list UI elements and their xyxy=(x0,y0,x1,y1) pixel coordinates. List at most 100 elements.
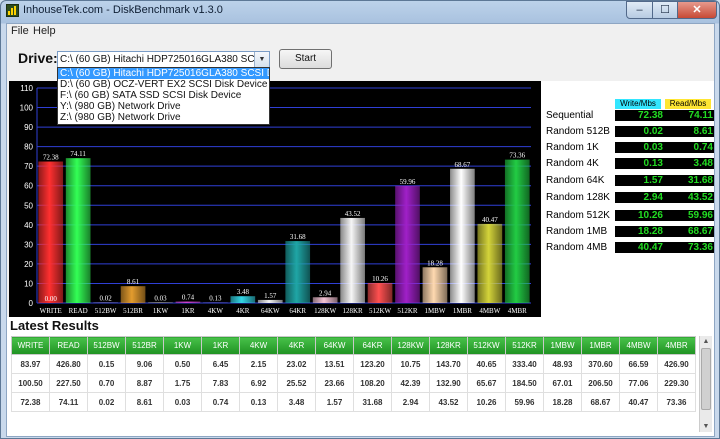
summary-write-value: 0.13 xyxy=(615,158,666,169)
table-cell: 43.52 xyxy=(429,392,468,412)
summary-write-value: 10.26 xyxy=(615,210,666,221)
column-header[interactable]: READ xyxy=(49,336,88,355)
write-header: Write/Mbs xyxy=(615,99,661,109)
bar xyxy=(203,302,228,303)
summary-read-value: 8.61 xyxy=(665,126,714,137)
title-bar[interactable]: InhouseTek.com - DiskBenchmark v1.3.0 – … xyxy=(1,1,719,21)
drive-select[interactable]: C:\ (60 GB) Hitachi HDP725016GLA380 SCSI… xyxy=(57,51,270,68)
table-cell: 72.38 xyxy=(11,392,50,412)
scroll-down-icon[interactable]: ▼ xyxy=(700,421,712,432)
drive-option[interactable]: Y:\ (980 GB) Network Drive xyxy=(58,101,269,112)
y-tick-label: 80 xyxy=(24,143,33,152)
table-cell: 25.52 xyxy=(277,373,316,393)
y-tick-label: 50 xyxy=(24,201,33,210)
chevron-down-icon[interactable]: ▼ xyxy=(254,52,269,67)
column-header[interactable]: 4KR xyxy=(277,336,316,355)
bar xyxy=(38,161,64,303)
column-header[interactable]: 128KW xyxy=(391,336,430,355)
table-cell: 143.70 xyxy=(429,354,468,374)
table-row[interactable]: 72.38 74.11 0.02 8.61 0.03 0.74 0.13 3.48 1.57 31… xyxy=(11,392,696,412)
y-tick-label: 0 xyxy=(29,299,34,308)
bar xyxy=(93,302,118,303)
table-cell: 8.61 xyxy=(125,392,164,412)
y-tick-label: 100 xyxy=(20,104,34,113)
summary-label: Random 64K xyxy=(546,175,605,186)
maximize-button[interactable]: ☐ xyxy=(652,1,678,19)
column-header[interactable]: 512BR xyxy=(125,336,164,355)
bar-value-label: 40.47 xyxy=(482,216,498,224)
column-header[interactable]: 512BW xyxy=(87,336,126,355)
scroll-thumb[interactable] xyxy=(701,348,711,410)
results-panel: Latest Results WRITE READ 512BW 512BR 1KW 1KR… xyxy=(7,317,714,436)
column-header[interactable]: 4KW xyxy=(239,336,278,355)
table-cell: 0.02 xyxy=(87,392,126,412)
start-button[interactable]: Start xyxy=(279,49,332,69)
bar xyxy=(230,296,256,303)
summary-write-value: 1.57 xyxy=(615,175,666,186)
table-cell: 31.68 xyxy=(353,392,392,412)
drive-option[interactable]: F:\ (60 GB) SATA SSD SCSI Disk Device xyxy=(58,90,269,101)
bar-value-label: 3.48 xyxy=(237,288,250,296)
table-cell: 132.90 xyxy=(429,373,468,393)
x-tick-label: 128KW xyxy=(314,307,337,315)
x-tick-label: WRITE xyxy=(40,307,62,315)
column-header[interactable]: 1KW xyxy=(163,336,202,355)
column-header[interactable]: 1KR xyxy=(201,336,240,355)
table-cell: 1.75 xyxy=(163,373,202,393)
bar-value-label: 0.74 xyxy=(182,294,195,302)
minimize-button[interactable]: – xyxy=(626,1,653,19)
summary-read-value: 0.74 xyxy=(665,142,714,153)
menu-help[interactable]: Help xyxy=(33,25,56,37)
x-tick-label: 1KW xyxy=(153,307,169,315)
table-row[interactable]: 100.50 227.50 0.70 8.87 1.75 7.83 6.92 25.52 23.… xyxy=(11,373,696,393)
x-tick-label: 1MBW xyxy=(424,307,445,315)
column-header[interactable]: 4MBR xyxy=(657,336,696,355)
table-cell: 68.67 xyxy=(581,392,620,412)
results-title: Latest Results xyxy=(10,318,99,333)
column-header[interactable]: 512KW xyxy=(467,336,506,355)
column-header[interactable]: 4MBW xyxy=(619,336,658,355)
y-tick-label: 60 xyxy=(24,182,33,191)
table-cell: 0.70 xyxy=(87,373,126,393)
bar-value-label: 0.02 xyxy=(99,294,112,302)
bar xyxy=(422,267,448,303)
column-header[interactable]: 1MBW xyxy=(543,336,582,355)
table-cell: 66.59 xyxy=(619,354,658,374)
scroll-up-icon[interactable]: ▲ xyxy=(700,336,712,347)
table-cell: 6.92 xyxy=(239,373,278,393)
summary-label: Random 512B xyxy=(546,126,610,137)
drive-option[interactable]: C:\ (60 GB) Hitachi HDP725016GLA380 SCSI… xyxy=(58,68,269,79)
drive-option[interactable]: Z:\ (980 GB) Network Drive xyxy=(58,112,269,123)
bar-value-label: 10.26 xyxy=(372,275,388,283)
column-header[interactable]: 1MBR xyxy=(581,336,620,355)
results-table[interactable]: WRITE READ 512BW 512BR 1KW 1KR 4KW 4KR 64KW 64KR 1… xyxy=(11,336,696,412)
summary-write-value: 2.94 xyxy=(615,192,666,203)
column-header[interactable]: 64KR xyxy=(353,336,392,355)
bar xyxy=(504,159,530,303)
table-cell: 18.28 xyxy=(543,392,582,412)
close-button[interactable]: ✕ xyxy=(677,1,717,19)
drive-option[interactable]: D:\ (60 GB) OCZ-VERT EX2 SCSI Disk Devic… xyxy=(58,79,269,90)
bar-value-label: 8.61 xyxy=(127,278,140,286)
bar xyxy=(120,286,146,303)
column-header[interactable]: 64KW xyxy=(315,336,354,355)
table-cell: 426.90 xyxy=(657,354,696,374)
menu-file[interactable]: File xyxy=(11,25,29,37)
bar-baseline-label: 0.00 xyxy=(45,295,58,303)
table-cell: 7.83 xyxy=(201,373,240,393)
x-tick-label: 4MBW xyxy=(479,307,500,315)
table-cell: 333.40 xyxy=(505,354,544,374)
results-scrollbar[interactable]: ▲ ▼ xyxy=(699,336,712,432)
summary-write-value: 18.28 xyxy=(615,226,666,237)
menu-bar: File Help xyxy=(7,24,714,40)
column-header[interactable]: 128KR xyxy=(429,336,468,355)
table-cell: 0.74 xyxy=(201,392,240,412)
x-tick-label: 512BW xyxy=(95,307,117,315)
table-cell: 23.02 xyxy=(277,354,316,374)
table-cell: 0.15 xyxy=(87,354,126,374)
x-tick-label: 1KR xyxy=(181,307,195,315)
table-row[interactable]: 83.97 426.80 0.15 9.06 0.50 6.45 2.15 23.02 13.5… xyxy=(11,354,696,374)
column-header[interactable]: 512KR xyxy=(505,336,544,355)
column-header[interactable]: WRITE xyxy=(11,336,50,355)
drive-label: Drive: xyxy=(18,50,58,66)
